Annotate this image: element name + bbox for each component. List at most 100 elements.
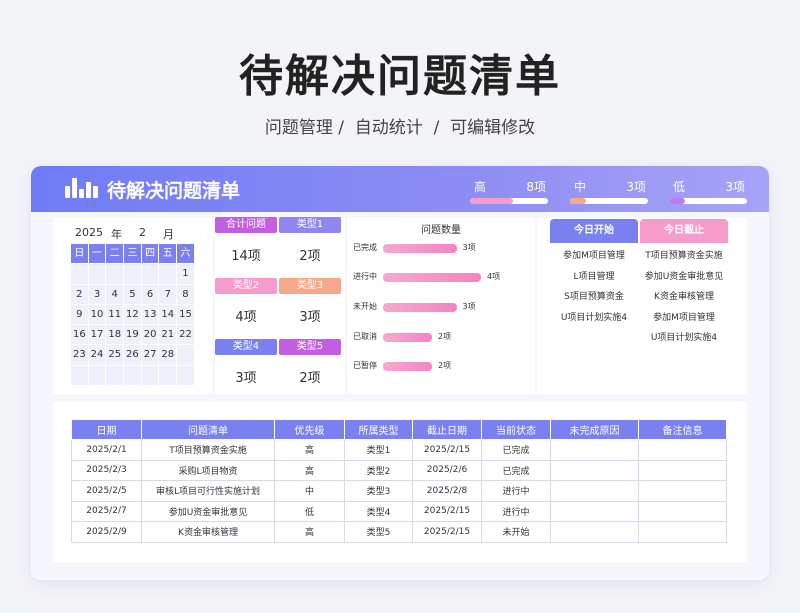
- bar-category-label: 未开始: [353, 302, 377, 311]
- calendar-day[interactable]: 6: [141, 284, 160, 305]
- calendar-day[interactable]: 19: [124, 325, 142, 346]
- calendar-day[interactable]: 1: [177, 264, 195, 285]
- calendar-day[interactable]: 25: [106, 345, 125, 366]
- table-cell[interactable]: [638, 439, 727, 461]
- calendar-day[interactable]: 3: [88, 284, 107, 305]
- table-cell[interactable]: 2025/2/3: [71, 459, 142, 481]
- calendar-day[interactable]: 17: [88, 325, 107, 346]
- calendar-year-unit: 年: [111, 228, 122, 241]
- calendar-day[interactable]: 4: [106, 284, 125, 305]
- table-cell[interactable]: 进行中: [481, 480, 551, 502]
- table-cell[interactable]: 高: [274, 459, 345, 481]
- table-cell[interactable]: 已完成: [481, 459, 551, 481]
- calendar-day[interactable]: 9: [71, 304, 89, 326]
- table-cell[interactable]: 2025/2/15: [412, 521, 482, 543]
- table-row[interactable]: 2025/2/9 K资金审核管理高类型5 2025/2/15 未开始: [71, 521, 727, 543]
- calendar-day: [71, 365, 89, 387]
- table-cell[interactable]: 高: [274, 439, 345, 461]
- table-cell[interactable]: 2025/2/15: [412, 439, 482, 461]
- priority-fill: [669, 198, 685, 204]
- calendar-day[interactable]: 7: [159, 284, 178, 305]
- table-cell[interactable]: [638, 521, 727, 543]
- calendar-day[interactable]: 18: [106, 325, 125, 346]
- calendar-day[interactable]: 26: [124, 345, 142, 366]
- table-cell[interactable]: 采购L项目物资: [141, 459, 275, 481]
- table-cell[interactable]: 2025/2/6: [412, 459, 482, 481]
- table-cell[interactable]: [638, 459, 727, 481]
- type-card-total: 合计问题 14项: [215, 217, 277, 264]
- table-body: 2025/2/1 T项目预算资金实施高类型1 2025/2/15 已完成 2025/2/…: [71, 439, 727, 543]
- table-row[interactable]: 2025/2/3 采购L项目物资高类型2 2025/2/6 已完成: [71, 459, 727, 481]
- bar-value-label: 4项: [487, 272, 501, 281]
- table-cell[interactable]: 参加U资金审批意见: [141, 500, 275, 522]
- table-cell[interactable]: 2025/2/1: [71, 439, 142, 461]
- table-column-header: 所属类型: [344, 419, 413, 440]
- table-row[interactable]: 2025/2/7 参加U资金审批意见低类型4 2025/2/15 进行中: [71, 500, 727, 522]
- type-value: 2项: [299, 249, 321, 264]
- calendar-day[interactable]: 21: [159, 325, 178, 346]
- table-cell[interactable]: [638, 480, 727, 502]
- calendar-day[interactable]: 2: [71, 284, 89, 305]
- bar-value-label: 2项: [438, 361, 452, 370]
- table-cell[interactable]: [638, 500, 727, 522]
- table-cell[interactable]: [550, 459, 639, 481]
- table-cell[interactable]: 类型1: [344, 439, 413, 461]
- table-cell[interactable]: 2025/2/8: [412, 480, 482, 502]
- table-cell[interactable]: [550, 521, 639, 543]
- calendar-day[interactable]: 14: [159, 304, 178, 326]
- calendar-day: [71, 264, 89, 285]
- table-cell[interactable]: [550, 439, 639, 461]
- calendar-day[interactable]: 10: [88, 304, 107, 326]
- table-cell[interactable]: [550, 480, 639, 502]
- table-cell[interactable]: 进行中: [481, 500, 551, 522]
- calendar-week-row: 23 24 25 26 27 28: [71, 345, 195, 366]
- table-cell[interactable]: 类型4: [344, 500, 413, 522]
- table-cell[interactable]: 2025/2/9: [71, 521, 142, 543]
- table-cell[interactable]: 审核L项目可行性实施计划: [141, 480, 275, 502]
- calendar-day[interactable]: 28: [159, 345, 178, 366]
- priority-count: 8项: [526, 180, 546, 194]
- calendar-month-unit: 月: [163, 228, 174, 241]
- calendar-day[interactable]: 5: [124, 284, 142, 305]
- table-cell[interactable]: K资金审核管理: [141, 521, 275, 543]
- bar-category-label: 已暂停: [353, 361, 377, 370]
- calendar-weekday: 五: [159, 244, 178, 265]
- table-cell[interactable]: 中: [274, 480, 345, 502]
- table-cell[interactable]: 类型5: [344, 521, 413, 543]
- calendar-day[interactable]: 22: [177, 325, 195, 346]
- calendar-day[interactable]: 23: [71, 345, 89, 366]
- type-label: 合计问题: [215, 217, 277, 233]
- table-cell[interactable]: [550, 500, 639, 522]
- table-row[interactable]: 2025/2/1 T项目预算资金实施高类型1 2025/2/15 已完成: [71, 439, 727, 461]
- table-cell[interactable]: 2025/2/5: [71, 480, 142, 502]
- table-cell[interactable]: T项目预算资金实施: [141, 439, 275, 461]
- calendar-day[interactable]: 13: [141, 304, 160, 326]
- table-cell[interactable]: 类型2: [344, 459, 413, 481]
- calendar-weekday: 三: [124, 244, 142, 265]
- calendar-day: [88, 365, 107, 387]
- calendar-day[interactable]: 11: [106, 304, 125, 326]
- calendar-month[interactable]: 2: [139, 226, 146, 239]
- table-cell[interactable]: 类型3: [344, 480, 413, 502]
- today-start-item: L项目管理: [573, 271, 615, 282]
- calendar-day[interactable]: 20: [141, 325, 160, 346]
- calendar-day[interactable]: 12: [124, 304, 142, 326]
- calendar-week-row: 9 10 11 12 13 14 15: [71, 304, 195, 326]
- calendar-day: [141, 365, 160, 387]
- calendar-day[interactable]: 8: [177, 284, 195, 305]
- type-card-2: 类型2 4项: [215, 278, 277, 325]
- calendar-week-row: [71, 365, 195, 387]
- table-cell[interactable]: 未开始: [481, 521, 551, 543]
- table-row[interactable]: 2025/2/5 审核L项目可行性实施计划中类型3 2025/2/8 进行中: [71, 480, 727, 502]
- table-cell[interactable]: 低: [274, 500, 345, 522]
- table-cell[interactable]: 2025/2/7: [71, 500, 142, 522]
- calendar-year[interactable]: 2025: [75, 226, 103, 239]
- table-cell[interactable]: 2025/2/15: [412, 500, 482, 522]
- table-cell[interactable]: 已完成: [481, 439, 551, 461]
- type-card-1: 类型1 2项: [279, 217, 341, 264]
- calendar-day[interactable]: 16: [71, 325, 89, 346]
- calendar-day[interactable]: 15: [177, 304, 195, 326]
- calendar-day[interactable]: 24: [88, 345, 107, 366]
- table-cell[interactable]: 高: [274, 521, 345, 543]
- calendar-day[interactable]: 27: [141, 345, 160, 366]
